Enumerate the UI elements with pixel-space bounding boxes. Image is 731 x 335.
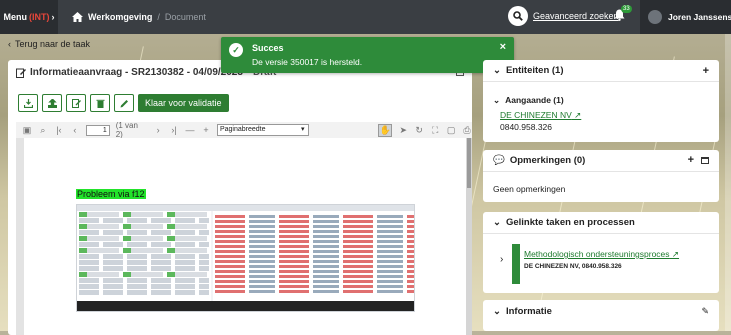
entities-title: Entiteiten (1) xyxy=(505,65,564,76)
document-title-text: Informatieaanvraag - SR2130382 - 04/09/2… xyxy=(30,67,250,78)
pdf-page: Probleem via f12 xyxy=(24,138,467,335)
linked-process-subtitle: DE CHINEZEN NV, 0840.958.326 xyxy=(524,263,622,270)
hand-tool-icon[interactable]: ✋ xyxy=(378,123,393,137)
check-icon: ✓ xyxy=(229,43,243,57)
entities-header[interactable]: ⌄ Entiteiten (1) + xyxy=(483,60,719,82)
chevron-left-icon: ‹ xyxy=(8,39,11,49)
environment-label: (INT) xyxy=(29,12,50,22)
file-edit-icon xyxy=(71,98,81,108)
process-status-bar xyxy=(512,244,520,284)
pencil-icon[interactable]: ✎ xyxy=(701,306,709,317)
information-title: Informatie xyxy=(505,305,552,317)
toast-message: De versie 350017 is hersteld. xyxy=(252,57,363,67)
search-button[interactable] xyxy=(508,6,528,26)
pdf-viewer[interactable]: Probleem via f12 xyxy=(16,138,472,335)
user-name: Joren Janssens xyxy=(668,12,731,22)
menu-label: Menu xyxy=(3,12,28,22)
advanced-search-link[interactable]: Geavanceerd zoeken xyxy=(533,11,619,21)
pencil-icon xyxy=(120,99,128,107)
trash-icon xyxy=(96,99,104,108)
edit-button[interactable] xyxy=(114,94,134,112)
fit-page-icon[interactable]: ▢ xyxy=(446,125,456,135)
comments-header[interactable]: 💬 Opmerkingen (0) + xyxy=(483,150,719,172)
avatar xyxy=(648,10,662,24)
chevron-down-icon: ⌄ xyxy=(493,65,501,76)
chevron-down-icon: ⌄ xyxy=(493,305,501,317)
download-button[interactable] xyxy=(18,94,38,112)
entity-group-title: Aangaande (1) xyxy=(505,95,564,105)
user-menu[interactable]: Joren Janssens › xyxy=(640,0,731,34)
sidebar-toggle-icon[interactable]: ▣ xyxy=(22,125,32,135)
linked-tasks-header[interactable]: ⌄ Gelinkte taken en processen xyxy=(483,212,719,234)
new-version-button[interactable] xyxy=(66,94,86,112)
close-icon[interactable]: × xyxy=(500,41,506,53)
page-number-input[interactable]: 1 xyxy=(85,124,110,136)
linked-tasks-title: Gelinkte taken en processen xyxy=(505,217,635,228)
menu-button[interactable]: Menu (INT) › xyxy=(0,0,58,34)
chevron-down-icon: ⌄ xyxy=(493,217,501,228)
first-page-icon[interactable]: |‹ xyxy=(54,125,64,135)
breadcrumb-current: Document xyxy=(164,12,206,22)
linked-process-link[interactable]: Methodologisch ondersteuningsproces ↗ xyxy=(524,249,679,260)
chevron-right-icon: › xyxy=(51,12,55,22)
upload-icon xyxy=(47,98,57,108)
toast-title: Succes xyxy=(252,43,284,53)
comment-icon: 💬 xyxy=(493,155,505,166)
previous-page-icon[interactable]: ‹ xyxy=(70,125,80,135)
last-page-icon[interactable]: ›| xyxy=(169,125,179,135)
zoom-out-icon[interactable]: — xyxy=(185,125,195,135)
information-header[interactable]: ⌄ Informatie xyxy=(483,300,719,322)
upload-button[interactable] xyxy=(42,94,62,112)
back-link[interactable]: ‹ Terug naar de taak xyxy=(8,39,90,49)
search-icon xyxy=(513,11,523,21)
pdf-viewer-toolbar: ▣ ⌕ |‹ ‹ 1 (1 van 2) › ›| — + Paginabree… xyxy=(16,121,472,139)
zoom-in-icon[interactable]: + xyxy=(201,125,211,135)
delete-button[interactable] xyxy=(90,94,110,112)
entities-panel: ⌄ Entiteiten (1) + ⌄ Aangaande (1) DE CH… xyxy=(483,60,719,142)
breadcrumb-home[interactable]: Werkomgeving xyxy=(72,12,152,22)
linked-tasks-panel: ⌄ Gelinkte taken en processen › Methodol… xyxy=(483,212,719,293)
page-count: (1 van 2) xyxy=(115,121,138,139)
chevron-down-icon: ⌄ xyxy=(493,95,501,105)
chevron-right-icon[interactable]: › xyxy=(500,254,503,265)
embedded-screenshot xyxy=(76,204,415,312)
entity-group[interactable]: ⌄ Aangaande (1) xyxy=(493,95,564,106)
comments-empty-text: Geen opmerkingen xyxy=(493,184,566,194)
highlighted-text: Probleem via f12 xyxy=(76,189,146,199)
entity-number: 0840.958.326 xyxy=(500,122,552,132)
viewer-scrollbar[interactable] xyxy=(466,138,472,335)
entity-company-link[interactable]: DE CHINEZEN NV ↗ xyxy=(500,110,581,121)
add-comment-icon[interactable]: + xyxy=(688,154,694,166)
information-panel: ⌄ Informatie ✎ xyxy=(483,300,719,331)
document-toolbar: Klaar voor validatie xyxy=(18,94,229,112)
comments-panel: 💬 Opmerkingen (0) + Geen opmerkingen xyxy=(483,150,719,202)
print-icon[interactable]: ⎙ xyxy=(462,125,472,135)
success-toast: ✓ Succes De versie 350017 is hersteld. × xyxy=(221,37,514,73)
fullscreen-icon[interactable]: ⛶ xyxy=(430,125,440,135)
zoom-select[interactable]: Paginabreedte xyxy=(216,124,309,136)
breadcrumb-home-label: Werkomgeving xyxy=(88,12,153,22)
top-navigation-bar: Menu (INT) › Werkomgeving / Document Gea… xyxy=(0,0,731,34)
home-icon xyxy=(72,12,83,22)
breadcrumb-separator: / xyxy=(157,12,160,22)
page-scrollbar[interactable] xyxy=(725,34,731,331)
window-icon[interactable] xyxy=(701,157,709,164)
download-icon xyxy=(23,98,33,108)
notification-badge: 33 xyxy=(621,5,632,13)
rotate-icon[interactable]: ↻ xyxy=(414,125,424,135)
select-tool-icon[interactable]: ➤ xyxy=(398,125,408,135)
search-icon[interactable]: ⌕ xyxy=(38,125,48,135)
add-entity-icon[interactable]: + xyxy=(703,65,709,77)
next-page-icon[interactable]: › xyxy=(153,125,163,135)
back-link-label: Terug naar de taak xyxy=(15,39,91,49)
document-panel: Informatieaanvraag - SR2130382 - 04/09/2… xyxy=(8,60,472,335)
ready-for-validation-button[interactable]: Klaar voor validatie xyxy=(138,94,229,112)
comments-title: Opmerkingen (0) xyxy=(509,155,586,166)
edit-document-icon xyxy=(16,68,26,78)
